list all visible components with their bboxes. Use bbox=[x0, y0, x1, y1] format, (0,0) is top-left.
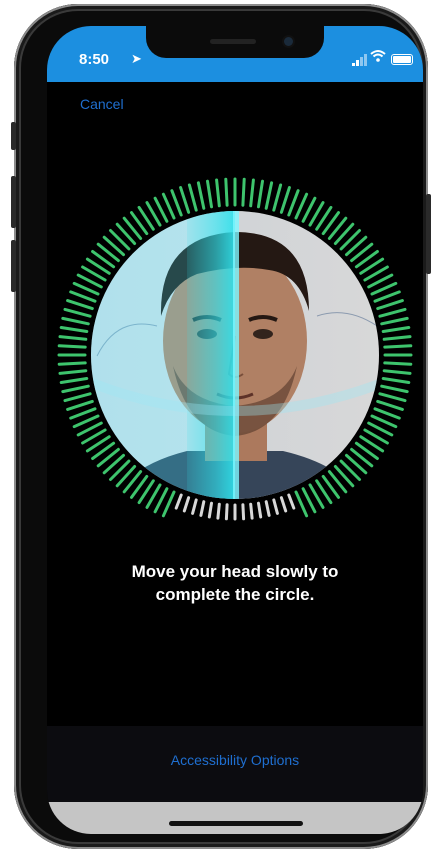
scan-tick-complete bbox=[373, 290, 401, 303]
scan-tick-complete bbox=[69, 290, 97, 303]
instruction-text: Move your head slowly to complete the ci… bbox=[47, 560, 423, 606]
scan-tick-complete bbox=[179, 186, 191, 214]
scan-tick-pending bbox=[241, 503, 246, 521]
scan-tick-complete bbox=[279, 186, 291, 214]
scan-tick-pending bbox=[272, 498, 279, 515]
scan-tick-pending bbox=[287, 493, 296, 510]
cellular-signal-icon bbox=[352, 54, 368, 66]
scan-tick-complete bbox=[376, 299, 404, 311]
scan-tick-pending bbox=[249, 502, 254, 520]
scan-tick-complete bbox=[224, 177, 229, 207]
scan-tick-pending bbox=[216, 502, 221, 520]
scan-tick-complete bbox=[287, 189, 300, 217]
scan-tick-complete bbox=[383, 361, 413, 366]
scan-tick-complete bbox=[61, 316, 90, 326]
scan-tick-complete bbox=[249, 178, 255, 208]
scan-tick-complete bbox=[373, 407, 401, 420]
scan-tick-complete bbox=[381, 326, 411, 333]
instruction-line-1: Move your head slowly to bbox=[131, 562, 339, 581]
scan-tick-complete bbox=[59, 326, 89, 333]
scan-tick-complete bbox=[57, 344, 87, 349]
scan-tick-complete bbox=[206, 179, 213, 209]
scan-tick-complete bbox=[170, 189, 183, 217]
location-arrow-icon: ➤ bbox=[131, 51, 142, 66]
scan-tick-complete bbox=[381, 377, 411, 384]
notch bbox=[146, 26, 324, 58]
scan-tick-complete bbox=[382, 369, 412, 375]
side-button-volume-up bbox=[11, 176, 16, 228]
scan-tick-pending bbox=[199, 500, 206, 517]
scan-tick-pending bbox=[264, 500, 271, 517]
screen: 8:50 ➤ Cancel Move your head slowly to c… bbox=[47, 26, 423, 834]
scan-tick-pending bbox=[224, 503, 229, 521]
scan-tick-complete bbox=[61, 384, 90, 394]
scan-tick-complete bbox=[63, 392, 92, 403]
scan-tick-pending bbox=[174, 493, 183, 510]
scan-tick-complete bbox=[59, 377, 89, 384]
scan-tick-pending bbox=[279, 496, 288, 513]
scan-tick-pending bbox=[207, 501, 213, 519]
scan-tick-complete bbox=[58, 369, 88, 375]
side-button-silent bbox=[11, 122, 16, 150]
scan-tick-complete bbox=[378, 392, 407, 403]
status-time: 8:50 bbox=[79, 51, 110, 68]
scan-tick-complete bbox=[66, 399, 94, 411]
scan-tick-complete bbox=[69, 407, 97, 420]
scan-tick-complete bbox=[63, 307, 92, 318]
scan-tick-complete bbox=[378, 307, 407, 318]
scan-tick-pending bbox=[257, 501, 263, 519]
scan-tick-complete bbox=[380, 384, 409, 394]
side-button-volume-down bbox=[11, 240, 16, 292]
scan-tick-complete bbox=[241, 177, 246, 207]
scan-tick-complete bbox=[58, 335, 88, 341]
face-scan-area bbox=[57, 177, 413, 521]
battery-icon bbox=[391, 54, 413, 65]
scan-tick-pending bbox=[191, 498, 198, 515]
scan-tick-complete bbox=[66, 299, 94, 311]
scan-tick-complete bbox=[196, 181, 206, 210]
home-indicator-area bbox=[47, 802, 423, 834]
scan-tick-pending bbox=[182, 496, 191, 513]
phone-frame: 8:50 ➤ Cancel Move your head slowly to c… bbox=[11, 4, 431, 849]
speaker-grille bbox=[210, 39, 256, 44]
accessibility-options-button[interactable]: Accessibility Options bbox=[47, 752, 423, 768]
scan-tick-complete bbox=[272, 183, 283, 212]
front-camera bbox=[284, 37, 293, 46]
scan-tick-complete bbox=[382, 335, 412, 341]
home-indicator[interactable] bbox=[169, 821, 303, 826]
scan-tick-complete bbox=[383, 344, 413, 349]
cancel-button[interactable]: Cancel bbox=[80, 96, 124, 112]
scan-tick-complete bbox=[264, 181, 274, 210]
wifi-icon bbox=[370, 49, 386, 68]
scan-tick-complete bbox=[187, 183, 198, 212]
scan-tick-complete bbox=[57, 361, 87, 366]
scan-tick-complete bbox=[380, 316, 409, 326]
instruction-line-2: complete the circle. bbox=[155, 585, 315, 604]
scan-tick-complete bbox=[376, 399, 404, 411]
scan-tick-complete bbox=[257, 179, 264, 209]
side-button-power bbox=[426, 194, 431, 274]
scan-tick-complete bbox=[215, 178, 221, 208]
